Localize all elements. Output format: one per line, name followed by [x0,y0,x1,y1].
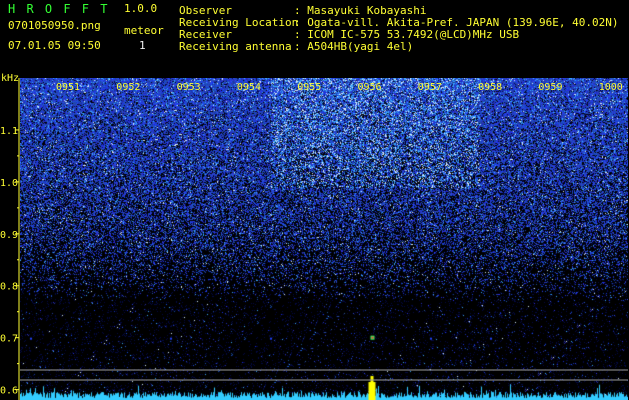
y-tick-label: 1.0 [0,178,18,189]
time-label: 0952 [116,82,140,93]
time-label: 0951 [56,82,80,93]
y-ticks: 1.1 1.0 0.9 0.8 0.7 0.6 [0,126,19,397]
y-tick-label: 0.6 [0,386,18,397]
y-tick-label: 0.9 [0,230,18,241]
time-label: 1000 [599,82,623,93]
time-label: 0957 [418,82,442,93]
y-tick-label: 1.1 [0,126,18,137]
y-axis-label: kHz [1,73,19,84]
time-label: 0956 [358,82,382,93]
y-tick-label: 0.7 [0,334,18,345]
time-labels: 0951 0952 0953 0954 0955 0956 0957 0958 0959 1000 [56,82,623,93]
spectrogram-axes: kHz 1.11.00.90.80.70.6 0951 0952 0953 0954 0… [0,73,628,400]
baseline-lines [20,369,628,381]
time-label: 0955 [297,82,321,93]
time-label: 0958 [478,82,502,93]
time-label: 0959 [538,82,562,93]
time-label: 0953 [177,82,201,93]
y-tick-label: 0.8 [0,282,18,293]
time-label: 0954 [237,82,261,93]
